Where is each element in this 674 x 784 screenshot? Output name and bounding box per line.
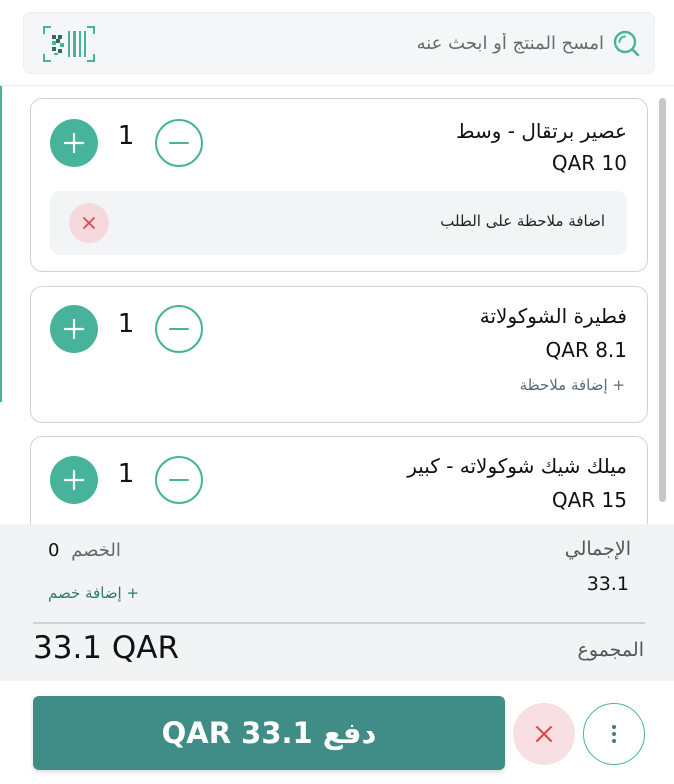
cart-list[interactable]: عصير برتقال - وسط QAR 10 1 اضافة ملاحظة … — [0, 86, 674, 524]
cart-item: ميلك شيك شوكولاته - كبير QAR 15 1 — [30, 436, 648, 524]
order-note[interactable]: اضافة ملاحظة على الطلب — [50, 191, 627, 255]
cart-scrollbar[interactable] — [659, 98, 666, 502]
decrease-quantity-button[interactable] — [155, 456, 203, 504]
increase-quantity-button[interactable] — [50, 456, 98, 504]
item-price: QAR 15 — [551, 488, 627, 512]
search-bar — [23, 12, 655, 74]
cart-item: فطيرة الشوكولاتة QAR 8.1 1 + إضافة ملاحظ… — [30, 286, 648, 423]
note-text: اضافة ملاحظة على الطلب — [440, 212, 605, 230]
plus-icon: + — [121, 584, 140, 602]
decrease-quantity-button[interactable] — [155, 305, 203, 353]
search-icon — [613, 30, 640, 57]
minus-icon — [169, 479, 189, 481]
item-name: عصير برتقال - وسط — [456, 119, 627, 143]
more-vertical-icon — [612, 725, 616, 743]
plus-icon — [63, 132, 85, 154]
grand-total-value: 33.1 QAR — [33, 630, 180, 666]
summary-divider — [33, 622, 645, 624]
quantity-value: 1 — [117, 309, 135, 339]
close-icon — [83, 217, 95, 229]
cart-item: عصير برتقال - وسط QAR 10 1 اضافة ملاحظة … — [30, 98, 648, 272]
discount-label: الخصم — [71, 540, 121, 561]
search-input[interactable] — [134, 13, 604, 73]
order-summary: الإجمالي 33.1 الخصم 0 + إضافة خصم المجمو… — [0, 524, 674, 681]
plus-icon — [63, 469, 85, 491]
item-name: فطيرة الشوكولاتة — [479, 304, 627, 328]
total-label: الإجمالي — [564, 538, 631, 560]
item-price: QAR 8.1 — [545, 338, 627, 362]
close-icon — [536, 726, 552, 742]
cancel-order-button[interactable] — [513, 703, 575, 765]
pay-label: دفع — [322, 716, 377, 750]
pay-button[interactable]: دفع QAR 33.1 — [33, 696, 505, 770]
plus-icon: + — [607, 376, 625, 394]
quantity-value: 1 — [117, 459, 135, 489]
grand-total-label: المجموع — [577, 639, 644, 661]
total-value: 33.1 — [586, 573, 629, 595]
item-price: QAR 10 — [551, 151, 627, 175]
increase-quantity-button[interactable] — [50, 305, 98, 353]
plus-icon — [63, 318, 85, 340]
discount-row: الخصم 0 — [48, 540, 121, 561]
minus-icon — [169, 142, 189, 144]
add-note-link[interactable]: + إضافة ملاحظة — [520, 376, 625, 394]
barcode-icon[interactable] — [43, 26, 95, 62]
increase-quantity-button[interactable] — [50, 119, 98, 167]
pay-amount: QAR 33.1 — [161, 716, 313, 750]
quantity-value: 1 — [117, 121, 135, 151]
more-options-button[interactable] — [583, 703, 645, 765]
item-name: ميلك شيك شوكولاته - كبير — [407, 454, 627, 478]
remove-note-button[interactable] — [69, 203, 109, 243]
decrease-quantity-button[interactable] — [155, 119, 203, 167]
add-discount-link[interactable]: + إضافة خصم — [48, 584, 139, 602]
discount-value: 0 — [48, 540, 60, 561]
minus-icon — [169, 328, 189, 330]
